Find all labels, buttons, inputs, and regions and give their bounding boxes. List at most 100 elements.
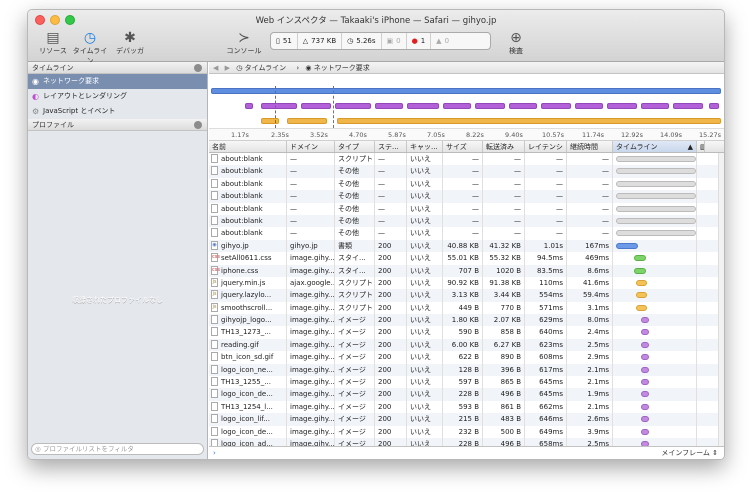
table-row[interactable]: ◉ gihyo.jp gihyo.jp 書類 200 いいえ 40.88 KB 41.32 K… xyxy=(209,239,724,253)
column-picker-icon[interactable]: ▥ xyxy=(697,141,705,152)
table-row[interactable]: logo_icon_de... image.gihy... イメージ 200 いいえ 23… xyxy=(209,425,724,438)
cell-transferred: 3.44 KB xyxy=(483,289,525,302)
cell-cached: いいえ xyxy=(407,437,443,446)
cell-duration: — xyxy=(567,165,613,178)
warning-icon: ▲ xyxy=(436,37,442,45)
cell-cached: いいえ xyxy=(407,301,443,315)
column-domain[interactable]: ドメイン xyxy=(287,141,335,152)
error-count[interactable]: ● 1 xyxy=(407,33,432,49)
table-row[interactable]: js jquery.min.js ajax.google... スクリプト 200 いいえ… xyxy=(209,276,724,290)
cell-latency: — xyxy=(525,190,567,203)
table-row[interactable]: about:blank — その他 — いいえ — — — — xyxy=(209,190,724,203)
cell-type: その他 xyxy=(335,190,375,203)
profile-filter-input[interactable]: ◎ プロファイルリストをフィルタ xyxy=(31,443,204,455)
network-icon: ◉ xyxy=(32,77,39,86)
cell-type: その他 xyxy=(335,202,375,215)
script-file-icon: js xyxy=(211,277,218,287)
cell-status: — xyxy=(375,190,407,203)
resource-name-cell: js smoothscroll... xyxy=(209,301,287,315)
cell-duration: 2.1ms xyxy=(567,363,613,377)
cell-latency: 571ms xyxy=(525,301,567,315)
back-arrow-icon[interactable]: ◀ xyxy=(213,64,218,72)
cell-latency: 617ms xyxy=(525,363,567,377)
resources-tab[interactable]: ▤ リソース xyxy=(36,30,70,56)
table-row[interactable]: reading.gif image.gihy... イメージ 200 いいえ 6.00 K… xyxy=(209,338,724,352)
table-row[interactable]: about:blank — その他 — いいえ — — — — xyxy=(209,165,724,178)
resource-name-cell: about:blank xyxy=(209,165,287,178)
cell-size: 228 B xyxy=(443,437,483,446)
cell-transferred: — xyxy=(483,227,525,240)
cell-transferred: 1020 B xyxy=(483,264,525,277)
table-row[interactable]: logo_icon_de... image.gihy... イメージ 200 いいえ 22… xyxy=(209,388,724,401)
timeline-cell xyxy=(613,376,697,389)
timeline-cell xyxy=(613,437,697,446)
cell-latency: 623ms xyxy=(525,338,567,352)
column-size[interactable]: サイズ xyxy=(443,141,483,152)
debugger-tab[interactable]: ✱ デバッガ xyxy=(112,30,148,56)
cell-latency: — xyxy=(525,202,567,215)
overview-script-bar xyxy=(337,118,721,124)
resource-count[interactable]: ▯ 51 xyxy=(271,33,298,49)
clear-timelines-button[interactable] xyxy=(194,64,202,72)
cell-status: — xyxy=(375,227,407,240)
vertical-scrollbar[interactable] xyxy=(718,153,724,446)
frame-selector[interactable]: メインフレーム ⇕ xyxy=(661,447,718,459)
console-prompt[interactable]: › メインフレーム ⇕ xyxy=(209,446,724,459)
column-duration[interactable]: 継続時間 xyxy=(567,141,613,152)
console-button[interactable]: ≻ コンソール xyxy=(222,30,266,56)
cell-domain: — xyxy=(287,190,335,203)
table-row[interactable]: css iphone.css image.gihy... スタイ... 200 いいえ 70… xyxy=(209,264,724,277)
table-row[interactable]: about:blank — その他 — いいえ — — — — xyxy=(209,202,724,215)
timeline-tab[interactable]: ◷ タイムライン xyxy=(70,30,110,66)
sidebar-item-layout[interactable]: ◐ レイアウトとレンダリング xyxy=(28,89,207,104)
cell-latency: 629ms xyxy=(525,314,567,327)
inspect-button[interactable]: ⊕ 検査 xyxy=(504,30,528,56)
table-row[interactable]: about:blank — スクリプト — いいえ — — — — xyxy=(209,153,724,166)
cell-size: — xyxy=(443,190,483,203)
timeline-overview[interactable] xyxy=(209,74,724,129)
cell-status: — xyxy=(375,214,407,228)
table-row[interactable]: logo_icon_ad... image.gihy... イメージ 200 いいえ 22… xyxy=(209,437,724,446)
table-row[interactable]: about:blank — その他 — いいえ — — — — xyxy=(209,227,724,240)
resource-name-cell: TH13_1273_... xyxy=(209,326,287,339)
table-row[interactable]: about:blank — その他 — いいえ — — — — xyxy=(209,214,724,228)
cell-status: 200 xyxy=(375,351,407,364)
resource-size[interactable]: △ 737 KB xyxy=(298,33,343,49)
log-count[interactable]: ▣ 0 xyxy=(382,33,407,49)
column-latency[interactable]: レイテンシ xyxy=(525,141,567,152)
table-row[interactable]: gihyojp_logo... image.gihy... イメージ 200 いいえ 1.… xyxy=(209,314,724,327)
column-type[interactable]: タイプ xyxy=(335,141,375,152)
crumb-timeline[interactable]: ◷ タイムライン xyxy=(236,64,290,72)
overview-layout-bar xyxy=(575,103,603,109)
cell-duration: — xyxy=(567,177,613,191)
column-transferred[interactable]: 転送済み xyxy=(483,141,525,152)
load-time[interactable]: ◷ 5.26s xyxy=(342,33,382,49)
cell-transferred: 396 B xyxy=(483,363,525,377)
cell-transferred: — xyxy=(483,153,525,166)
sidebar-item-network[interactable]: ◉ ネットワーク要求 xyxy=(28,74,207,89)
cell-size: — xyxy=(443,202,483,215)
table-row[interactable]: about:blank — その他 — いいえ — — — — xyxy=(209,177,724,191)
table-row[interactable]: logo_icon_lif... image.gihy... イメージ 200 いいえ 2… xyxy=(209,413,724,426)
table-row[interactable]: TH13_1273_... image.gihy... イメージ 200 いいえ 590 … xyxy=(209,326,724,339)
forward-arrow-icon[interactable]: ▶ xyxy=(225,64,230,72)
crumb-network[interactable]: ◉ ネットワーク要求 xyxy=(305,64,373,72)
warning-count[interactable]: ▲ 0 xyxy=(431,33,454,49)
table-row[interactable]: logo_icon_ne... image.gihy... イメージ 200 いいえ 12… xyxy=(209,363,724,377)
column-cached[interactable]: キャッ... xyxy=(407,141,443,152)
column-name[interactable]: 名前 xyxy=(209,141,287,152)
table-row[interactable]: js smoothscroll... image.gihy... スクリプト 200 いい… xyxy=(209,301,724,315)
table-row[interactable]: js jquery.lazylo... image.gihy... スクリプト 200 い… xyxy=(209,289,724,302)
table-row[interactable]: btn_icon_sd.gif image.gihy... イメージ 200 いいえ 62… xyxy=(209,351,724,364)
cell-type: イメージ xyxy=(335,437,375,446)
sidebar-item-javascript[interactable]: ⚙ JavaScript とイベント xyxy=(28,104,207,119)
cell-transferred: 6.27 KB xyxy=(483,338,525,352)
record-profile-button[interactable] xyxy=(194,121,202,129)
column-status[interactable]: ステ... xyxy=(375,141,407,152)
table-row[interactable]: css setAll0611.css image.gihy... スタイ... 200 い… xyxy=(209,252,724,265)
cell-domain: — xyxy=(287,177,335,191)
column-timeline[interactable]: タイムライン ▲ xyxy=(613,141,697,152)
table-row[interactable]: TH13_1254_l... image.gihy... イメージ 200 いいえ 593… xyxy=(209,400,724,414)
resource-name-cell: about:blank xyxy=(209,227,287,240)
table-row[interactable]: TH13_1255_... image.gihy... イメージ 200 いいえ 597 … xyxy=(209,376,724,389)
